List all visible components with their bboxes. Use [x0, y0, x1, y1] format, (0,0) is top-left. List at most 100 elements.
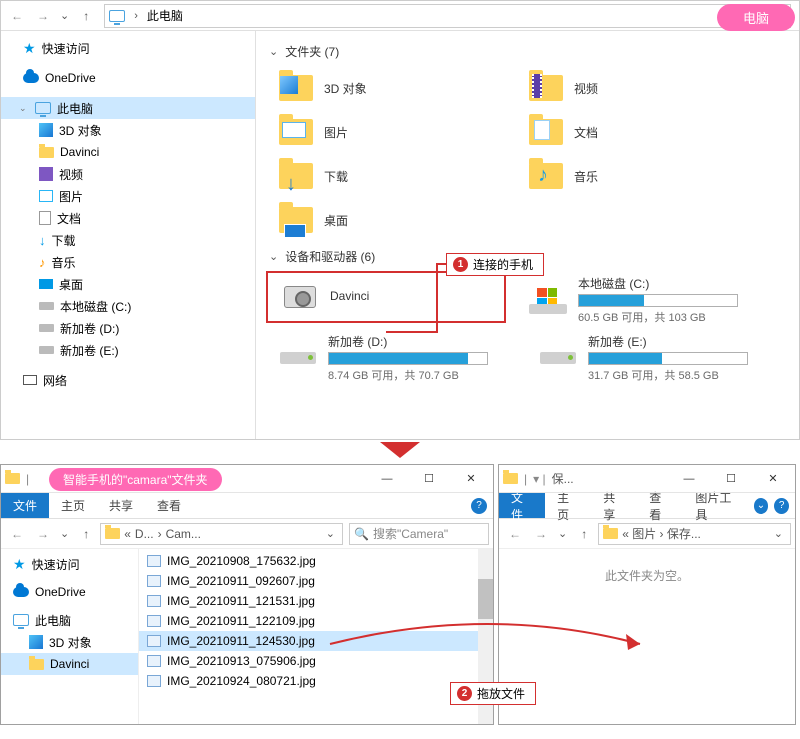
help-button[interactable]: ?	[471, 498, 487, 514]
flow-arrow-down	[0, 440, 800, 464]
recent-dropdown[interactable]: ⌄	[57, 527, 72, 540]
folder-pictures[interactable]: 图片	[266, 110, 516, 154]
tree-drive-e[interactable]: 新加卷 (E:)	[1, 339, 255, 361]
tree-drive-d[interactable]: 新加卷 (D:)	[1, 317, 255, 339]
image-icon	[147, 575, 161, 587]
forward-button[interactable]: →	[529, 522, 553, 546]
folder-videos[interactable]: 视频	[516, 66, 766, 110]
search-input[interactable]: 🔍搜索"Camera"	[349, 523, 489, 545]
up-button[interactable]: ↑	[74, 522, 98, 546]
up-button[interactable]: ↑	[74, 4, 98, 28]
folder-desktop[interactable]: 桌面	[266, 198, 516, 242]
tree-3d-objects[interactable]: 3D 对象	[1, 119, 255, 141]
tab-home[interactable]: 主页	[49, 493, 97, 518]
close-button[interactable]: ✕	[453, 469, 489, 489]
network-icon	[23, 375, 37, 385]
folder-icon	[39, 147, 54, 158]
drive-e[interactable]: 新加卷 (E:) 31.7 GB 可用，共 58.5 GB	[526, 329, 776, 387]
tree-downloads[interactable]: ↓下载	[1, 229, 255, 251]
tree-this-pc[interactable]: ⌄此电脑	[1, 97, 255, 119]
folder-music[interactable]: ♪音乐	[516, 154, 766, 198]
annotation-pill-pc: 电脑	[717, 4, 795, 31]
back-button[interactable]: ←	[5, 4, 29, 28]
file-row[interactable]: IMG_20210911_122109.jpg	[139, 611, 493, 631]
path-segment[interactable]: 此电脑	[147, 7, 183, 24]
up-button[interactable]: ↑	[572, 522, 596, 546]
device-davinci[interactable]: Davinci	[266, 271, 506, 323]
folder-icon	[503, 473, 518, 484]
film-icon	[532, 74, 542, 98]
tree-quick-access[interactable]: ★快速访问	[1, 553, 138, 575]
tab-file[interactable]: 文件	[1, 493, 49, 518]
tree-davinci[interactable]: Davinci	[1, 141, 255, 163]
tree-network[interactable]: 网络	[1, 369, 255, 391]
tree-3d-objects[interactable]: 3D 对象	[1, 631, 138, 653]
section-folders-header[interactable]: ⌄文件夹 (7)	[266, 43, 789, 60]
folder-downloads[interactable]: ↓下载	[266, 154, 516, 198]
search-icon: 🔍	[354, 527, 369, 541]
close-button[interactable]: ✕	[755, 469, 791, 489]
drive-icon	[39, 346, 54, 354]
recent-dropdown[interactable]: ⌄	[57, 9, 72, 22]
file-row[interactable]: IMG_20210911_121531.jpg	[139, 591, 493, 611]
forward-button[interactable]: →	[31, 4, 55, 28]
maximize-button[interactable]: ☐	[411, 469, 447, 489]
chevron-right-icon: ›	[131, 10, 141, 22]
address-bar[interactable]: › 此电脑 ⌄	[104, 4, 757, 28]
image-icon	[147, 655, 161, 667]
tab-home[interactable]: 主页	[545, 493, 591, 518]
help-button[interactable]: ?	[774, 498, 789, 514]
file-row[interactable]: IMG_20210924_080721.jpg	[139, 671, 493, 691]
back-button[interactable]: ←	[503, 522, 527, 546]
download-icon: ↓	[286, 173, 296, 196]
tree-davinci[interactable]: Davinci	[1, 653, 138, 675]
tree-music[interactable]: ♪音乐	[1, 251, 255, 273]
tab-share[interactable]: 共享	[591, 493, 637, 518]
annotation-callout-drag: 2 拖放文件	[450, 682, 536, 705]
file-row[interactable]: IMG_20210911_124530.jpg	[139, 631, 493, 651]
drive-d[interactable]: 新加卷 (D:) 8.74 GB 可用，共 70.7 GB	[266, 329, 516, 387]
folder-documents[interactable]: 文档	[516, 110, 766, 154]
explorer-window-camera: | — ☐ ✕ 智能手机的"camara"文件夹 文件 主页 共享 查看 ? ←…	[0, 464, 494, 725]
ribbon-expand[interactable]: ⌄	[754, 498, 769, 514]
tab-picture-tools[interactable]: 图片工具	[683, 493, 751, 518]
folder-icon	[29, 659, 44, 670]
minimize-button[interactable]: —	[369, 469, 405, 489]
title-bar: | ▾ | 保... — ☐ ✕	[499, 465, 795, 493]
tree-pictures[interactable]: 图片	[1, 185, 255, 207]
tree-videos[interactable]: 视频	[1, 163, 255, 185]
badge-2-icon: 2	[457, 686, 472, 701]
address-bar[interactable]: «D...›Cam... ⌄	[100, 523, 343, 545]
minimize-button[interactable]: —	[671, 469, 707, 489]
file-row[interactable]: IMG_20210911_092607.jpg	[139, 571, 493, 591]
tree-this-pc[interactable]: 此电脑	[1, 609, 138, 631]
file-row[interactable]: IMG_20210908_175632.jpg	[139, 551, 493, 571]
file-row[interactable]: IMG_20210913_075906.jpg	[139, 651, 493, 671]
folder-icon	[603, 528, 618, 539]
drive-c[interactable]: 本地磁盘 (C:) 60.5 GB 可用，共 103 GB	[516, 271, 766, 329]
file-list[interactable]: IMG_20210908_175632.jpg IMG_20210911_092…	[139, 549, 493, 724]
badge-1-icon: 1	[453, 257, 468, 272]
tree-documents[interactable]: 文档	[1, 207, 255, 229]
tab-view[interactable]: 查看	[637, 493, 683, 518]
maximize-button[interactable]: ☐	[713, 469, 749, 489]
cube-icon	[29, 635, 43, 649]
cube-icon	[39, 123, 53, 137]
picture-icon	[282, 122, 306, 138]
tab-file[interactable]: 文件	[499, 493, 545, 518]
tab-view[interactable]: 查看	[145, 493, 193, 518]
music-icon: ♪	[39, 255, 46, 270]
tree-onedrive[interactable]: OneDrive	[1, 581, 138, 603]
recent-dropdown[interactable]: ⌄	[555, 527, 570, 540]
tree-quick-access[interactable]: ★快速访问	[1, 37, 255, 59]
folder-3d-objects[interactable]: 3D 对象	[266, 66, 516, 110]
tab-share[interactable]: 共享	[97, 493, 145, 518]
tree-desktop[interactable]: 桌面	[1, 273, 255, 295]
address-bar[interactable]: « 图片 › 保存... ⌄	[598, 523, 791, 545]
image-icon	[147, 555, 161, 567]
tree-drive-c[interactable]: 本地磁盘 (C:)	[1, 295, 255, 317]
back-button[interactable]: ←	[5, 522, 29, 546]
tree-onedrive[interactable]: OneDrive	[1, 67, 255, 89]
forward-button[interactable]: →	[31, 522, 55, 546]
monitor-icon	[13, 614, 29, 626]
